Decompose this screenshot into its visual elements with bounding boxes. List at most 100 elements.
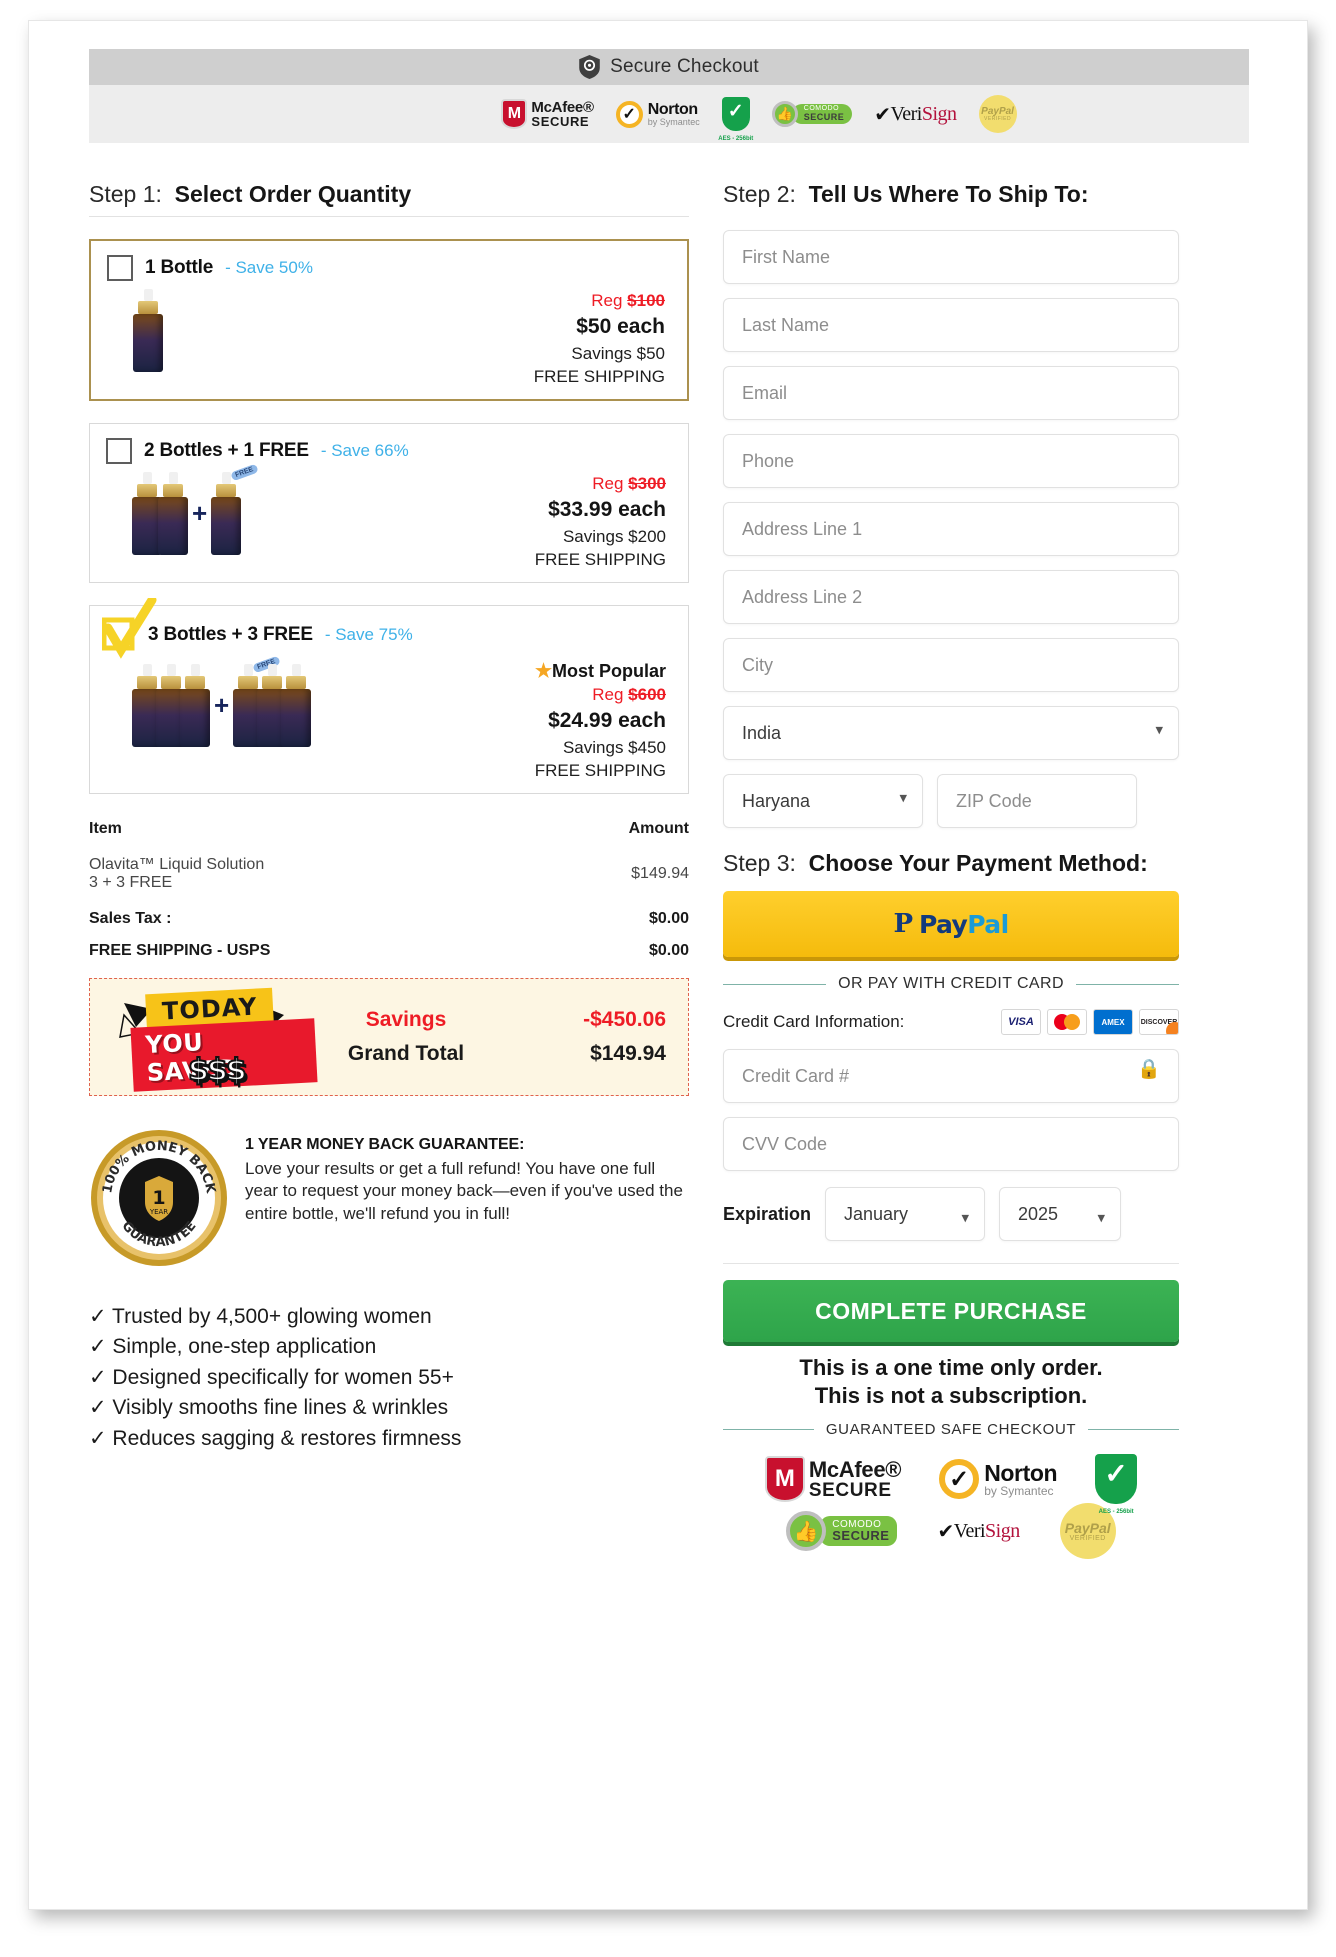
- expiration-row: Expiration January ▾ 2025 ▾: [723, 1187, 1179, 1241]
- shield-check-icon: [579, 55, 600, 79]
- offer-2-savings: Savings $200: [562, 527, 666, 546]
- summary-col-item: Item: [89, 820, 122, 837]
- verisign-text-dark: Veri: [890, 102, 923, 125]
- offer-card-3-bottles[interactable]: 3 Bottles + 3 FREE - Save 75% + FREE ★Mo…: [89, 598, 689, 794]
- last-name-input[interactable]: [723, 298, 1179, 352]
- offer-3-savings: Savings $450: [562, 738, 666, 757]
- zip-wrap: [937, 760, 1137, 828]
- verisign-text-red: Sign: [921, 102, 957, 125]
- money-back-seal-icon: 1 YEAR 100% MONEY BACK GUARANTEE: [89, 1128, 229, 1268]
- offer-checkbox-3[interactable]: [102, 598, 157, 659]
- sticker-dollars-text: $$$: [187, 1052, 248, 1089]
- norton-label-2: by Symantec: [647, 116, 700, 127]
- summary-row-tax: Sales Tax : $0.00: [89, 906, 689, 932]
- city-input[interactable]: [723, 638, 1179, 692]
- step1-heading: Step 1: Select Order Quantity: [89, 181, 689, 217]
- zip-code-input[interactable]: [937, 774, 1137, 828]
- norton-symantec-badge: ✓ Norton by Symantec: [615, 95, 700, 133]
- phone-input[interactable]: [723, 434, 1179, 488]
- divider-line-left: [723, 983, 827, 985]
- right-column: Step 2: Tell Us Where To Ship To: India …: [723, 181, 1180, 1559]
- page-content: Secure Checkout M McAfee® SECURE ✓ Norto…: [89, 49, 1249, 1559]
- benefits-list: ✓ Trusted by 4,500+ glowing women ✓ Simp…: [89, 1302, 689, 1454]
- mcafee-secure-badge: M McAfee® SECURE: [501, 95, 594, 133]
- offer-card-2-bottles[interactable]: 2 Bottles + 1 FREE - Save 66% + FREE Reg…: [89, 423, 689, 583]
- lock-icon: 🔒: [1137, 1059, 1161, 1080]
- guaranteed-safe-checkout-label: GUARANTEED SAFE CHECKOUT: [825, 1421, 1077, 1438]
- summary-row-product: Olavita™ Liquid Solution 3 + 3 FREE $149…: [89, 852, 689, 896]
- divider-line-left: [723, 1429, 814, 1430]
- checkout-columns: Step 1: Select Order Quantity 1 Bottle -…: [89, 181, 1249, 1559]
- state-zip-row: Haryana ▾: [723, 760, 1179, 828]
- svg-text:1: 1: [152, 1187, 165, 1209]
- green-shield-icon: ✓ AES - 256bit: [1095, 1454, 1138, 1515]
- offer-1-product-image: [107, 285, 337, 387]
- mcafee-label-1: McAfee®: [531, 99, 594, 116]
- credit-card-number-input[interactable]: [723, 1049, 1179, 1103]
- benefit-item: ✓ Trusted by 4,500+ glowing women: [89, 1305, 432, 1328]
- country-select[interactable]: India: [723, 706, 1179, 760]
- cvv-code-input[interactable]: [723, 1117, 1179, 1171]
- secure-checkout-label: Secure Checkout: [610, 56, 759, 77]
- offer-checkbox-1[interactable]: [107, 255, 133, 281]
- paypal-badge-label-2: VERIFIED: [984, 115, 1012, 122]
- expiration-month-select[interactable]: January: [825, 1187, 986, 1241]
- expiration-label: Expiration: [723, 1203, 812, 1224]
- green-shield-icon: ✓ AES - 256bit: [718, 97, 753, 142]
- address-line-1-input[interactable]: [723, 502, 1179, 556]
- svg-text:YEAR: YEAR: [149, 1208, 168, 1216]
- norton-label-1: Norton: [984, 1459, 1058, 1486]
- aes-caption: AES - 256bit: [718, 136, 754, 142]
- credit-card-info-row: Credit Card Information: VISA AMEX DISCO…: [723, 1009, 1179, 1035]
- or-pay-with-credit-card-label: OR PAY WITH CREDIT CARD: [838, 975, 1064, 992]
- offer-2-reg-label: Reg: [592, 474, 624, 493]
- one-time-order-note: This is a one time only order. This is n…: [723, 1354, 1179, 1409]
- state-select[interactable]: Haryana: [723, 774, 923, 828]
- first-name-input[interactable]: [723, 230, 1179, 284]
- discover-card-icon: DISCOVER: [1139, 1009, 1179, 1035]
- paypal-badge-label-1: PayPal: [981, 105, 1014, 117]
- paypal-label-pal: Pal: [967, 909, 1009, 939]
- paypal-verified-badge: PayPal VERIFIED: [1059, 1503, 1116, 1559]
- comodo-secure-badge: 👍 COMODO SECURE: [786, 1511, 898, 1551]
- today-you-saved-sticker: TODAY YOU SAVED $$$: [106, 985, 318, 1092]
- amex-card-icon: AMEX: [1093, 1009, 1133, 1035]
- email-input[interactable]: [723, 366, 1179, 420]
- step1-label: Step 1:: [89, 181, 162, 207]
- paypal-button[interactable]: P PayPal: [723, 891, 1179, 957]
- totals-block: Savings -$450.06 Grand Total $149.94: [316, 1003, 666, 1071]
- offer-1-reg-price: $100: [627, 291, 665, 310]
- offer-checkbox-2[interactable]: [106, 438, 132, 464]
- green-shield-badge: ✓ AES - 256bit: [718, 95, 753, 142]
- paypal-badge-label-2: VERIFIED: [1069, 1534, 1106, 1542]
- guarantee-heading: 1 YEAR MONEY BACK GUARANTEE:: [245, 1136, 525, 1153]
- credit-card-info-label: Credit Card Information:: [723, 1012, 905, 1031]
- step2-heading: Step 2: Tell Us Where To Ship To:: [723, 181, 1179, 216]
- offer-2-free-tag: FREE: [229, 463, 258, 482]
- address-line-2-input[interactable]: [723, 570, 1179, 624]
- paypal-p-icon: P: [893, 909, 913, 939]
- benefit-item: ✓ Designed specifically for women 55+: [89, 1365, 454, 1389]
- summary-col-amount: Amount: [628, 820, 689, 837]
- offer-2-name: 2 Bottles + 1 FREE: [144, 440, 309, 461]
- one-time-line-2: This is not a subscription.: [814, 1382, 1088, 1408]
- offer-2-product-image: + FREE: [106, 463, 336, 570]
- norton-symantec-badge: ✓ Norton by Symantec: [939, 1459, 1058, 1499]
- complete-purchase-button[interactable]: COMPLETE PURCHASE: [723, 1280, 1179, 1342]
- paypal-verified-badge: PayPal VERIFIED: [978, 95, 1017, 133]
- expiration-year-select[interactable]: 2025: [999, 1187, 1122, 1241]
- offer-2-save: - Save 66%: [320, 441, 409, 460]
- summary-header-row: Item Amount: [89, 820, 689, 852]
- guarantee-section: 1 YEAR 100% MONEY BACK GUARANTEE 1 YEAR …: [89, 1128, 689, 1268]
- comodo-label-2: SECURE: [803, 112, 845, 123]
- offer-card-1-bottle[interactable]: 1 Bottle - Save 50% Reg $100 $50 each Sa…: [89, 239, 689, 401]
- step2-title: Tell Us Where To Ship To:: [808, 181, 1089, 207]
- mastercard-card-icon: [1047, 1009, 1087, 1035]
- page-sheet: Secure Checkout M McAfee® SECURE ✓ Norto…: [28, 20, 1308, 1910]
- guaranteed-safe-divider: GUARANTEED SAFE CHECKOUT: [723, 1421, 1180, 1438]
- norton-label-2: by Symantec: [984, 1483, 1054, 1498]
- mcafee-label-2: SECURE: [808, 1479, 892, 1501]
- benefit-item: ✓ Visibly smooths fine lines & wrinkles: [89, 1396, 449, 1420]
- divider-line-right: [1088, 1429, 1180, 1430]
- country-select-wrap: India ▾: [723, 692, 1179, 760]
